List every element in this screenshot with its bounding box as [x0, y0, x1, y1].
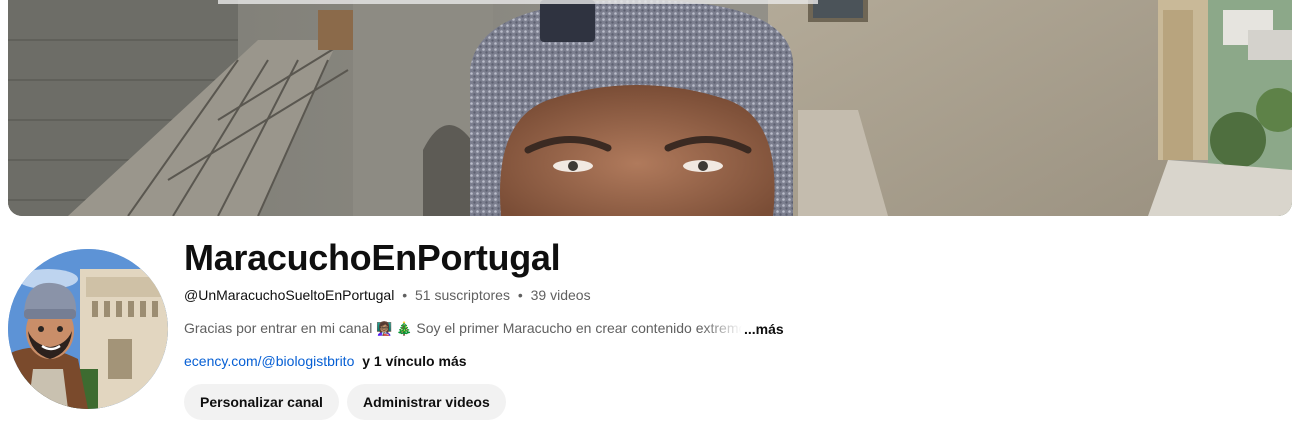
christmas-tree-emoji-icon: 🎄: [396, 322, 413, 337]
description-more-link[interactable]: ...más: [744, 319, 784, 339]
meta-separator: •: [517, 287, 523, 303]
description-preview: Gracias por entrar en mi canal 👩🏽‍🏫 🎄 So…: [184, 318, 742, 340]
banner-image: [8, 0, 1292, 216]
channel-meta: @UnMaracuchoSueltoEnPortugal • 51 suscri…: [184, 285, 1284, 305]
more-links-button[interactable]: y 1 vínculo más: [362, 353, 466, 369]
channel-links: ecency.com/@biologistbrito y 1 vínculo m…: [184, 351, 1284, 371]
manage-videos-button[interactable]: Administrar videos: [346, 384, 506, 420]
channel-description[interactable]: Gracias por entrar en mi canal 👩🏽‍🏫 🎄 So…: [184, 318, 1284, 340]
channel-actions: Personalizar canal Administrar videos: [184, 384, 1284, 420]
channel-banner: [8, 0, 1292, 216]
channel-info: MaracuchoEnPortugal @UnMaracuchoSueltoEn…: [184, 236, 1284, 420]
video-count: 39 videos: [530, 287, 591, 303]
channel-avatar[interactable]: [8, 249, 168, 409]
subscriber-count: 51 suscriptores: [415, 287, 510, 303]
description-text: Gracias por entrar en mi canal: [184, 320, 373, 336]
teacher-emoji-icon: 👩🏽‍🏫: [376, 322, 393, 337]
description-text-rest: Soy el primer Maracucho en crear conteni…: [416, 320, 742, 336]
customize-channel-button[interactable]: Personalizar canal: [184, 384, 339, 420]
channel-external-link[interactable]: ecency.com/@biologistbrito: [184, 353, 354, 369]
channel-title: MaracuchoEnPortugal: [184, 237, 561, 278]
channel-handle[interactable]: @UnMaracuchoSueltoEnPortugal: [184, 287, 394, 303]
avatar-image: [8, 249, 168, 409]
meta-separator: •: [402, 287, 408, 303]
